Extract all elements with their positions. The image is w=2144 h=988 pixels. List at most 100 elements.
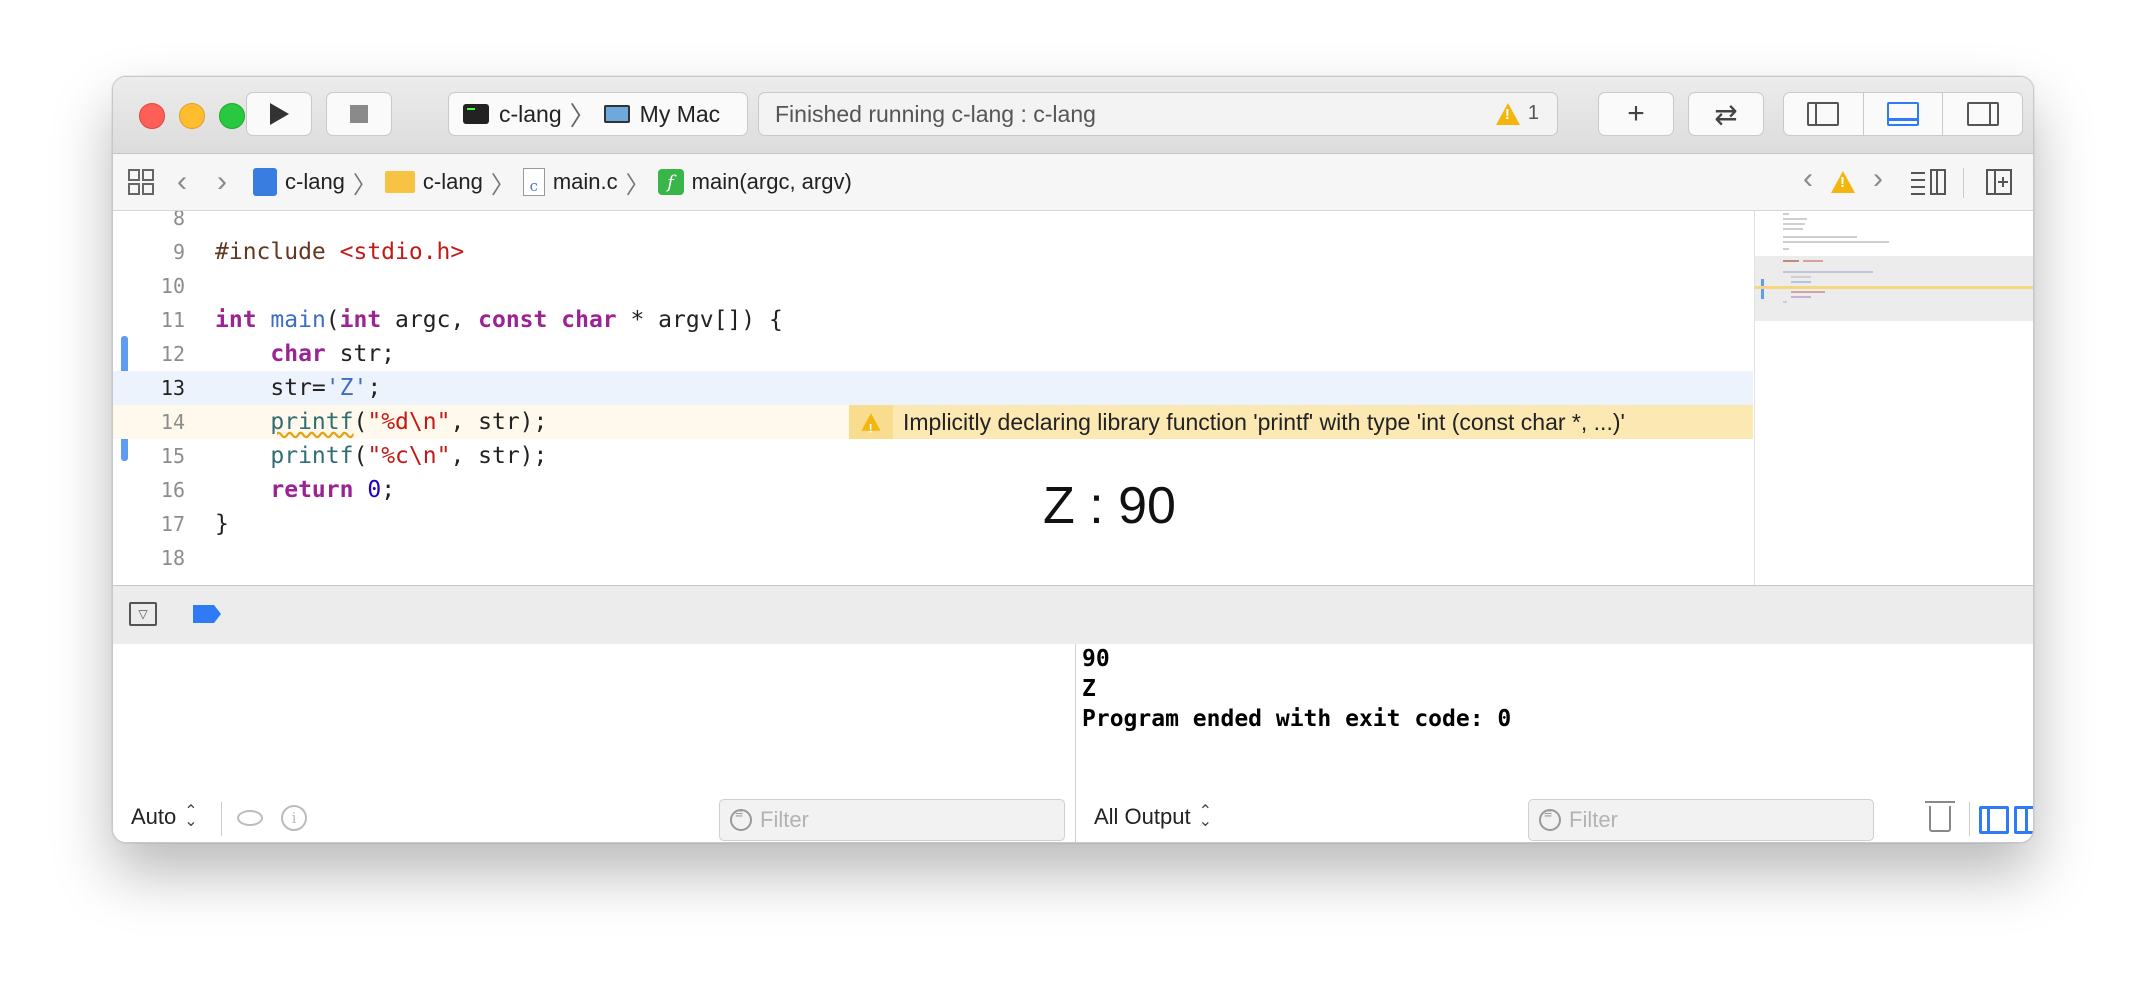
console-filter-field[interactable]: Filter (1528, 799, 1874, 841)
breadcrumb-file[interactable]: c main.c (522, 168, 618, 196)
current-code-line: 13 str='Z'; (113, 371, 1753, 405)
library-button[interactable]: + (1598, 92, 1674, 136)
variables-filter-field[interactable]: Filter (719, 799, 1065, 841)
destination-name: My Mac (639, 100, 721, 127)
bottom-panel-icon (1887, 102, 1919, 126)
code-token: "%c\n" (367, 443, 451, 469)
code-token: 0 (367, 477, 382, 503)
code-line: 10 (113, 269, 1753, 303)
line-number: 14 (160, 410, 185, 434)
filter-icon (1539, 805, 1561, 831)
toggle-debug-area-button[interactable] (1864, 93, 1944, 135)
chevron-right-icon: 〉 (490, 171, 515, 199)
next-issue-icon[interactable]: › (1873, 162, 1883, 196)
code-line: 15 printf("%c\n", str); (113, 439, 1753, 473)
toolbar: c-lang 〉 My Mac Finished running c-lang … (113, 77, 2033, 154)
function-icon: f (657, 169, 684, 195)
console-output: 90 Z Program ended with exit code: 0 (1082, 646, 1512, 732)
chevron-updown-icon: ⌃ ⌄ (1198, 803, 1213, 830)
code-token: const (478, 307, 548, 333)
line-number: 11 (160, 308, 185, 332)
chevron-right-icon: 〉 (625, 171, 650, 199)
warning-count-badge[interactable]: 1 (1495, 102, 1539, 125)
variables-view: Auto ⌃⌄ i Filter (113, 644, 1076, 842)
minimap[interactable] (1754, 211, 2033, 585)
filter-icon (730, 805, 752, 831)
related-items-icon[interactable] (127, 168, 155, 196)
toggle-navigator-button[interactable] (1784, 93, 1864, 135)
code-token: ( (353, 443, 368, 469)
code-token: , str); (450, 409, 548, 435)
line-number: 10 (160, 274, 185, 298)
variables-scope-label: Auto (131, 804, 177, 829)
toggle-inspector-button[interactable] (1943, 93, 2022, 135)
code-token: str= (270, 375, 326, 401)
code-token: } (215, 511, 229, 537)
xcode-window: c-lang 〉 My Mac Finished running c-lang … (112, 76, 2034, 843)
source-editor[interactable]: 8 9 #include <stdio.h> 10 11 int main(in… (113, 211, 1753, 585)
stop-button[interactable] (326, 92, 392, 136)
eye-icon[interactable] (237, 810, 263, 826)
inline-issue-banner[interactable]: Implicitly declaring library function 'p… (849, 405, 1753, 443)
chevron-right-icon: 〉 (569, 100, 596, 131)
console-output-popup[interactable]: All Output ⌃ ⌄ (1094, 804, 1212, 830)
hide-debug-area-button[interactable]: ▽ (129, 602, 157, 626)
chevron-updown-icon: ⌃ ⌄ (184, 803, 198, 830)
console[interactable]: 90 Z Program ended with exit code: 0 All… (1076, 644, 2033, 842)
breakpoints-toggle-icon[interactable] (193, 605, 221, 623)
editor-options-icon[interactable] (1909, 168, 1947, 196)
scheme-selector[interactable]: c-lang 〉 My Mac (448, 92, 748, 136)
info-icon[interactable]: i (281, 805, 307, 831)
code-line: 11 int main(int argc, const char * argv[… (113, 303, 1753, 337)
run-button[interactable] (246, 92, 312, 136)
code-token: #include (215, 239, 340, 265)
folder-icon (384, 171, 415, 193)
breadcrumb-folder[interactable]: c-lang (384, 169, 483, 195)
code-token: <stdio.h> (339, 239, 465, 265)
console-output-mode: All Output (1094, 804, 1191, 829)
forward-arrow-icon[interactable]: › (217, 165, 227, 199)
code-line: 16 return 0; (113, 473, 1753, 507)
code-line: 17 } (113, 507, 1753, 541)
plus-icon: + (1627, 97, 1645, 130)
code-token: * argv[]) { (616, 307, 783, 333)
zoom-window-button[interactable] (219, 103, 245, 129)
result-annotation: Z : 90 (1043, 477, 1176, 535)
variables-filter-placeholder: Filter (760, 807, 809, 832)
terminal-icon (463, 104, 489, 124)
scheme-name: c-lang (499, 100, 562, 127)
code-token: "%d\n" (367, 409, 451, 435)
code-token: char (561, 307, 617, 333)
trash-icon[interactable] (1925, 801, 1955, 832)
activity-viewer: Finished running c-lang : c-lang 1 (758, 92, 1558, 136)
code-token: ( (353, 409, 368, 435)
code-review-button[interactable]: ⇄ (1688, 92, 1764, 136)
code-token: char (270, 341, 326, 367)
console-filter-placeholder: Filter (1569, 807, 1618, 832)
issue-warning-icon[interactable] (1831, 171, 1855, 193)
c-file-icon: c (522, 168, 545, 196)
code-token: printf (270, 443, 354, 469)
variables-scope-popup[interactable]: Auto ⌃ ⌄ (131, 804, 198, 830)
breadcrumb-folder-label: c-lang (422, 169, 483, 194)
line-number: 18 (160, 546, 185, 570)
close-window-button[interactable] (139, 103, 165, 129)
line-number: 16 (160, 478, 185, 502)
show-variables-icon[interactable] (1979, 806, 2009, 834)
code-line: 9 #include <stdio.h> (113, 235, 1753, 269)
divider (221, 802, 222, 836)
show-console-icon[interactable] (2014, 806, 2033, 834)
previous-issue-icon[interactable]: ‹ (1803, 162, 1813, 196)
panel-toggle-group (1783, 92, 2023, 136)
code-line: 8 (113, 211, 1753, 235)
minimize-window-button[interactable] (179, 103, 205, 129)
line-number: 15 (160, 444, 185, 468)
breadcrumb-function[interactable]: f main(argc, argv) (657, 169, 852, 195)
breadcrumb-project[interactable]: c-lang (253, 168, 345, 196)
breadcrumb-function-label: main(argc, argv) (691, 169, 852, 194)
back-arrow-icon[interactable]: ‹ (177, 165, 187, 199)
line-number: 17 (160, 512, 185, 536)
add-editor-icon[interactable] (1985, 168, 2013, 196)
code-token: , str); (450, 443, 548, 469)
